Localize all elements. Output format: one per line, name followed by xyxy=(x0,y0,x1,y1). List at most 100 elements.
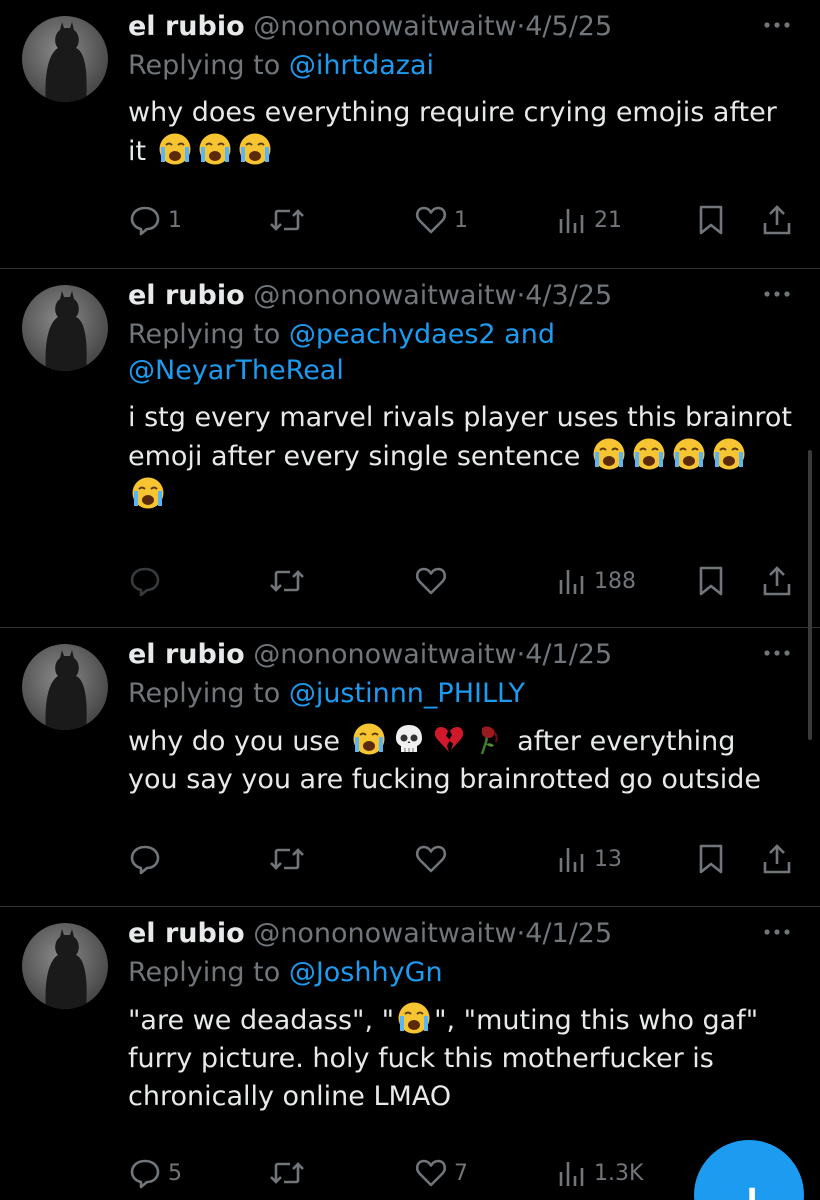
mention-link[interactable]: @JoshhyGn xyxy=(289,957,443,988)
tweet-text: why does everything require crying emoji… xyxy=(128,94,792,171)
bookmark-button[interactable] xyxy=(696,839,726,879)
replying-to: Replying to @peachydaes2 and @NeyarTheRea… xyxy=(128,317,792,389)
scrollbar[interactable] xyxy=(808,450,812,740)
crying-face-icon xyxy=(712,437,746,471)
reply-count: 5 xyxy=(168,1160,182,1186)
mention-link[interactable]: @justinnn_PHILLY xyxy=(289,678,525,709)
avatar[interactable] xyxy=(22,285,108,371)
views-button[interactable]: 13 xyxy=(556,839,622,879)
user-handle[interactable]: @nononowaitwaitw xyxy=(253,918,516,949)
tweet[interactable]: el rubio @nononowaitwaitw·4/1/25 Replyin… xyxy=(0,628,820,907)
heart-icon xyxy=(414,842,448,876)
reply-button[interactable]: 1 xyxy=(128,200,182,240)
repost-icon xyxy=(268,564,306,598)
avatar[interactable] xyxy=(22,16,108,102)
display-name[interactable]: el rubio xyxy=(128,11,245,42)
bookmark-button[interactable] xyxy=(696,561,726,601)
mention-link[interactable]: @peachydaes2 xyxy=(289,319,496,350)
plus-icon: + xyxy=(732,1174,772,1200)
crying-face-icon xyxy=(632,437,666,471)
replying-prefix: Replying to xyxy=(128,319,289,350)
separator: · xyxy=(516,639,526,670)
like-button[interactable]: 1 xyxy=(414,200,468,240)
crying-face-icon xyxy=(131,476,165,510)
share-icon xyxy=(760,564,794,598)
bookmark-icon xyxy=(696,842,726,876)
display-name[interactable]: el rubio xyxy=(128,280,245,311)
reply-button[interactable] xyxy=(128,561,162,601)
user-handle[interactable]: @nononowaitwaitw xyxy=(253,280,516,311)
reply-icon xyxy=(128,842,162,876)
heart-icon xyxy=(414,564,448,598)
share-button[interactable] xyxy=(760,200,794,240)
tweet[interactable]: el rubio @nononowaitwaitw·4/1/25 Replyin… xyxy=(0,907,820,1200)
bookmark-button[interactable] xyxy=(696,200,726,240)
tweet-text-part: why do you use xyxy=(128,726,349,757)
heart-icon xyxy=(414,1156,448,1190)
user-handle[interactable]: @nononowaitwaitw xyxy=(253,639,516,670)
share-button[interactable] xyxy=(760,561,794,601)
user-handle[interactable]: @nononowaitwaitw xyxy=(253,11,516,42)
views-icon xyxy=(556,842,588,876)
more-options-icon[interactable] xyxy=(762,925,792,939)
repost-button[interactable] xyxy=(268,839,306,879)
display-name[interactable]: el rubio xyxy=(128,918,245,949)
replying-to: Replying to @ihrtdazai xyxy=(128,48,792,84)
repost-button[interactable] xyxy=(268,200,306,240)
tweet-header: el rubio @nononowaitwaitw·4/5/25 xyxy=(128,10,792,44)
more-options-icon[interactable] xyxy=(762,287,792,301)
views-button[interactable]: 1.3K xyxy=(556,1153,643,1193)
repost-button[interactable] xyxy=(268,561,306,601)
views-icon xyxy=(556,1156,588,1190)
tweet-date[interactable]: 4/1/25 xyxy=(525,639,612,670)
crying-face-icon xyxy=(592,437,626,471)
like-button[interactable] xyxy=(414,561,448,601)
crying-face-icon xyxy=(198,132,232,166)
reply-button[interactable] xyxy=(128,839,162,879)
tweet-text-part: "are we deadass", " xyxy=(128,1005,395,1036)
avatar[interactable] xyxy=(22,644,108,730)
tweet-date[interactable]: 4/3/25 xyxy=(525,280,612,311)
like-button[interactable] xyxy=(414,839,448,879)
more-options-icon[interactable] xyxy=(762,646,792,660)
like-button[interactable]: 7 xyxy=(414,1153,468,1193)
tweet[interactable]: el rubio @nononowaitwaitw·4/3/25 Replyin… xyxy=(0,269,820,628)
crying-face-icon xyxy=(397,1001,431,1035)
heart-icon xyxy=(414,203,448,237)
replying-prefix: Replying to xyxy=(128,50,289,81)
like-count: 1 xyxy=(454,207,468,233)
action-bar: 1 1 21 xyxy=(128,200,798,240)
mention-joiner: and xyxy=(495,319,555,350)
share-icon xyxy=(760,842,794,876)
share-icon xyxy=(760,203,794,237)
mention-link[interactable]: @ihrtdazai xyxy=(289,50,434,81)
mention-link[interactable]: @NeyarTheReal xyxy=(128,355,344,386)
views-icon xyxy=(556,564,588,598)
reply-button[interactable]: 5 xyxy=(128,1153,182,1193)
views-button[interactable]: 21 xyxy=(556,200,622,240)
view-count: 13 xyxy=(594,846,622,872)
reply-icon xyxy=(128,564,162,598)
repost-icon xyxy=(268,1156,306,1190)
repost-button[interactable] xyxy=(268,1153,306,1193)
action-bar: 188 xyxy=(128,561,798,601)
reply-icon xyxy=(128,203,162,237)
replying-prefix: Replying to xyxy=(128,957,289,988)
tweet-date[interactable]: 4/1/25 xyxy=(525,918,612,949)
action-bar: 13 xyxy=(128,839,798,879)
bookmark-icon xyxy=(696,203,726,237)
share-button[interactable] xyxy=(760,839,794,879)
display-name[interactable]: el rubio xyxy=(128,639,245,670)
separator: · xyxy=(516,280,526,311)
views-button[interactable]: 188 xyxy=(556,561,636,601)
more-options-icon[interactable] xyxy=(762,18,792,32)
avatar[interactable] xyxy=(22,923,108,1009)
tweet-date[interactable]: 4/5/25 xyxy=(525,11,612,42)
tweet-text: i stg every marvel rivals player uses th… xyxy=(128,399,792,515)
like-count: 7 xyxy=(454,1160,468,1186)
reply-icon xyxy=(128,1156,162,1190)
replying-prefix: Replying to xyxy=(128,678,289,709)
replying-to: Replying to @justinnn_PHILLY xyxy=(128,676,792,712)
tweet[interactable]: el rubio @nononowaitwaitw·4/5/25 Replyin… xyxy=(0,0,820,269)
separator: · xyxy=(516,11,526,42)
